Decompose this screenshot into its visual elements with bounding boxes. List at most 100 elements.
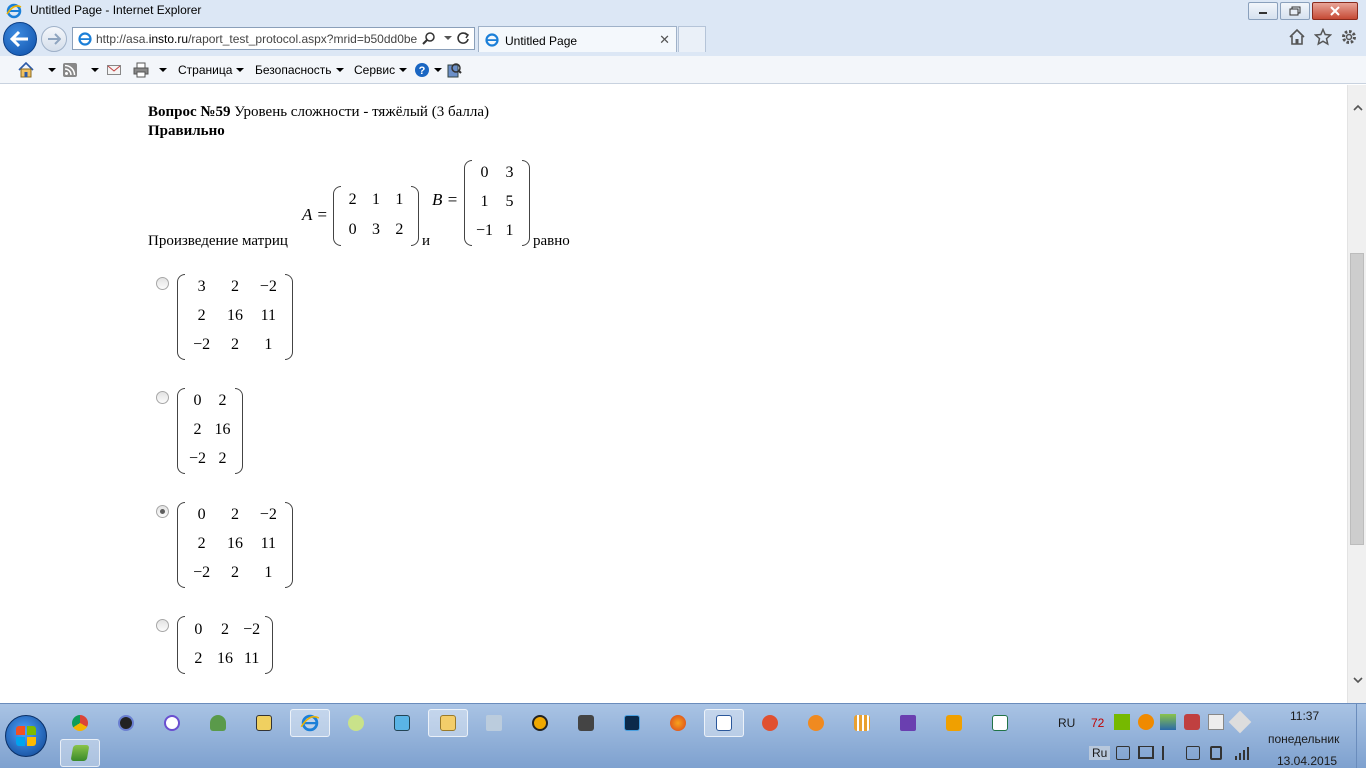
help-icon: ? xyxy=(415,63,429,77)
folder-icon xyxy=(440,715,456,731)
option-4-radio[interactable] xyxy=(156,619,169,632)
video-taskbar-button[interactable] xyxy=(934,709,974,737)
scroll-down-button[interactable] xyxy=(1348,672,1366,689)
media-center-taskbar-button[interactable] xyxy=(106,709,146,737)
page-menu[interactable]: Страница xyxy=(178,61,245,79)
windows-logo-icon xyxy=(16,726,36,746)
print-button[interactable] xyxy=(133,61,167,79)
photoshop-taskbar-button[interactable] xyxy=(612,709,652,737)
camera-taskbar-button[interactable] xyxy=(566,709,606,737)
audio-taskbar-button[interactable] xyxy=(474,709,514,737)
signal-tray-icon[interactable] xyxy=(1234,746,1250,760)
restore-icon xyxy=(1289,6,1301,16)
people-taskbar-button[interactable] xyxy=(198,709,238,737)
visual-studio-taskbar-button[interactable] xyxy=(888,709,928,737)
clock-date[interactable]: 13.04.2015 xyxy=(1277,754,1337,768)
matrix-cell: 1 xyxy=(505,221,514,239)
show-desktop-button[interactable] xyxy=(1356,704,1366,768)
matrix-cell: −1 xyxy=(475,221,494,239)
firefox-taskbar-button[interactable] xyxy=(658,709,698,737)
app-taskbar-button[interactable] xyxy=(750,709,790,737)
option-3-matrix[interactable]: 0 2 −2 2 16 11 −2 2 1 xyxy=(177,502,293,588)
chrome-taskbar-button[interactable] xyxy=(60,709,100,737)
explorer-taskbar-button[interactable] xyxy=(428,709,468,737)
minimize-button[interactable] xyxy=(1248,2,1278,20)
command-bar: Страница Безопасность Сервис ? xyxy=(0,56,1366,84)
grid-taskbar-button[interactable] xyxy=(842,709,882,737)
option-1-matrix[interactable]: 3 2 −2 2 16 11 −2 2 1 xyxy=(177,274,293,360)
mail-button[interactable] xyxy=(107,61,121,79)
research-button[interactable] xyxy=(446,61,462,79)
refresh-icon[interactable] xyxy=(456,31,470,45)
start-button[interactable] xyxy=(5,715,47,757)
matrix-cell: 1 xyxy=(371,191,380,208)
option-4-matrix[interactable]: 0 2 −2 2 16 11 xyxy=(177,616,273,674)
bluestacks-icon xyxy=(70,745,90,761)
daemon-taskbar-button[interactable] xyxy=(520,709,560,737)
flag-tray-icon[interactable] xyxy=(1162,746,1176,760)
back-button[interactable] xyxy=(3,22,37,56)
option-3-radio[interactable] xyxy=(156,505,169,518)
chrome-icon xyxy=(72,715,88,731)
safety-menu[interactable]: Безопасность xyxy=(255,61,344,79)
feeds-button[interactable] xyxy=(63,61,99,79)
nvidia-icon[interactable] xyxy=(1114,714,1130,730)
clock-time[interactable]: 11:37 xyxy=(1290,709,1319,723)
window-tray-icon[interactable] xyxy=(1208,714,1224,730)
tools-menu[interactable]: Сервис xyxy=(354,61,408,79)
desktop-taskbar-button[interactable] xyxy=(382,709,422,737)
new-tab-button[interactable] xyxy=(678,26,706,52)
option-2-matrix[interactable]: 0 2 2 16 −2 2 xyxy=(177,388,243,474)
home-menu-button[interactable] xyxy=(18,61,56,79)
matrix-cell: 2 xyxy=(218,449,227,467)
notes-taskbar-button[interactable] xyxy=(244,709,284,737)
help-menu[interactable]: ? xyxy=(414,61,442,79)
favorites-star-icon[interactable] xyxy=(1314,28,1332,46)
power-tray-icon[interactable] xyxy=(1210,746,1222,760)
question-number: Вопрос №59 xyxy=(148,104,231,120)
maximize-button[interactable] xyxy=(1280,2,1310,20)
matrix-cell: 2 xyxy=(193,421,202,438)
language-indicator[interactable]: RU xyxy=(1058,716,1075,730)
matrix-cell: 1 xyxy=(264,563,273,581)
volume-tray-icon[interactable] xyxy=(1186,746,1200,760)
tray-badge[interactable]: 72 xyxy=(1091,716,1104,730)
scrollbar-thumb[interactable] xyxy=(1350,253,1364,545)
home-icon[interactable] xyxy=(1288,28,1306,46)
speaker-tray-icon[interactable] xyxy=(1116,746,1130,760)
settings-gear-icon[interactable] xyxy=(1340,28,1358,46)
scroll-up-button[interactable] xyxy=(1348,99,1366,116)
matrix-cell: 1 xyxy=(395,191,404,208)
monitor-tray-icon[interactable] xyxy=(1138,746,1154,759)
tab-close-icon[interactable]: ✕ xyxy=(659,32,670,48)
clock-weekday[interactable]: понедельник xyxy=(1268,732,1339,746)
tools-tray-icon[interactable] xyxy=(1184,714,1200,730)
close-button[interactable] xyxy=(1312,2,1358,20)
matrix-cell: −2 xyxy=(243,620,261,638)
language-bar[interactable]: Ru xyxy=(1089,746,1111,760)
tab-untitled-page[interactable]: Untitled Page ✕ xyxy=(478,26,677,52)
bluestacks-tray-icon[interactable] xyxy=(1160,714,1176,730)
option-1-radio[interactable] xyxy=(156,277,169,290)
badge-taskbar-button[interactable] xyxy=(796,709,836,737)
option-2-radio[interactable] xyxy=(156,391,169,404)
forward-button[interactable] xyxy=(41,26,67,52)
dropdown-icon[interactable] xyxy=(444,36,452,40)
search-icon[interactable] xyxy=(422,31,436,45)
ie-taskbar-button[interactable] xyxy=(290,709,330,737)
matrix-cell: 0 xyxy=(194,620,203,638)
player-taskbar-button[interactable] xyxy=(152,709,192,737)
wifi-taskbar-button[interactable] xyxy=(336,709,376,737)
matrix-cell: 2 xyxy=(230,506,239,524)
pen-tray-icon[interactable] xyxy=(1228,710,1252,734)
update-icon[interactable] xyxy=(1138,714,1154,730)
bluestacks-taskbar-button[interactable] xyxy=(60,739,100,767)
address-bar[interactable]: http://asa.insto.ru/raport_test_protocol… xyxy=(72,27,475,50)
matrix-cell: 2 xyxy=(218,392,227,410)
excel-taskbar-button[interactable] xyxy=(980,709,1020,737)
word-taskbar-button[interactable] xyxy=(704,709,744,737)
matrix-cell: 2 xyxy=(197,535,206,552)
wifi-icon xyxy=(348,715,364,731)
title-bar: Untitled Page - Internet Explorer xyxy=(0,0,1366,22)
vertical-scrollbar[interactable] xyxy=(1347,85,1366,703)
